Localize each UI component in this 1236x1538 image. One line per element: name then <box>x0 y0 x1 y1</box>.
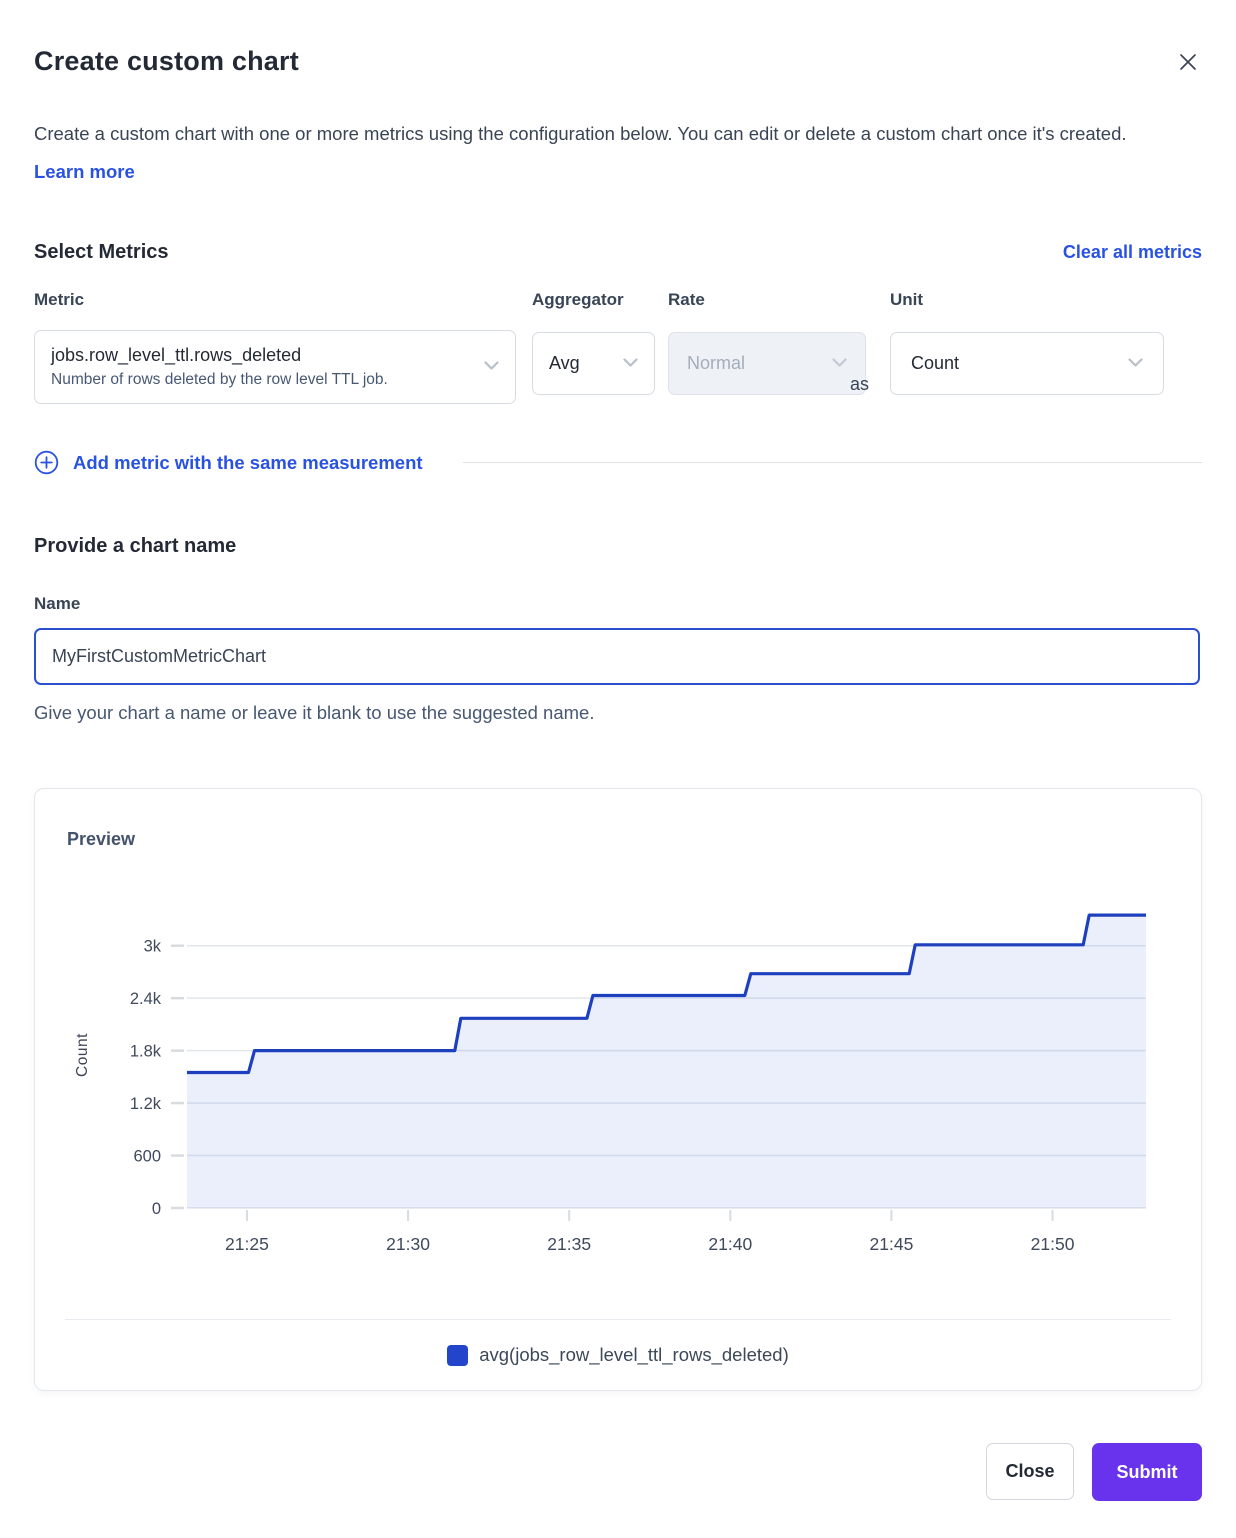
rate-select: Normal <box>668 332 866 395</box>
close-button[interactable]: Close <box>986 1443 1074 1500</box>
metric-select-texts: jobs.row_level_ttl.rows_deleted Number o… <box>51 345 484 389</box>
svg-text:21:50: 21:50 <box>1031 1234 1075 1254</box>
unit-select[interactable]: Count <box>890 332 1164 395</box>
svg-text:1.8k: 1.8k <box>130 1043 162 1061</box>
dialog-footer: Close Submit <box>34 1443 1202 1501</box>
aggregator-label: Aggregator <box>532 290 624 310</box>
chart-legend: avg(jobs_row_level_ttl_rows_deleted) <box>35 1344 1201 1366</box>
name-helper-text: Give your chart a name or leave it blank… <box>34 702 1202 724</box>
unit-label: Unit <box>890 290 923 310</box>
submit-button[interactable]: Submit <box>1092 1443 1202 1501</box>
metric-label: Metric <box>34 290 84 310</box>
metric-select-value: jobs.row_level_ttl.rows_deleted <box>51 345 484 366</box>
aggregator-select-value: Avg <box>549 353 580 374</box>
dialog-description: Create a custom chart with one or more m… <box>34 115 1179 191</box>
svg-text:Count: Count <box>74 1033 91 1077</box>
name-label: Name <box>34 594 1202 614</box>
rate-label: Rate <box>668 290 705 310</box>
select-metrics-header: Select Metrics Clear all metrics <box>34 241 1202 264</box>
svg-text:21:45: 21:45 <box>870 1234 914 1254</box>
learn-more-link[interactable]: Learn more <box>34 161 135 182</box>
svg-text:1.2k: 1.2k <box>130 1095 162 1113</box>
chevron-down-icon <box>484 358 499 376</box>
svg-text:0: 0 <box>152 1200 161 1218</box>
divider <box>65 1319 1171 1320</box>
rate-select-value: Normal <box>687 353 745 374</box>
chart-name-heading: Provide a chart name <box>34 535 1202 558</box>
close-dialog-button[interactable] <box>1174 48 1202 79</box>
close-icon <box>1178 60 1198 75</box>
metric-config-row: Metric Aggregator Rate Unit jobs.row_lev… <box>34 290 1202 412</box>
create-custom-chart-dialog: Create custom chart Create a custom char… <box>0 0 1236 1538</box>
preview-chart: 0 600 1.2k 1.8k 2.4k 3k 21:25 21:30 21:35 21:40 21… <box>35 892 1201 1285</box>
legend-swatch <box>447 1345 468 1366</box>
unit-select-value: Count <box>911 353 959 374</box>
svg-text:3k: 3k <box>144 938 162 956</box>
svg-text:21:35: 21:35 <box>547 1234 591 1254</box>
description-text: Create a custom chart with one or more m… <box>34 123 1127 144</box>
preview-card: Preview 0 600 1.2k 1.8k 2.4k 3k 21:25 21:30 21:3… <box>34 788 1202 1391</box>
svg-text:21:30: 21:30 <box>386 1234 430 1254</box>
add-metric-row: Add metric with the same measurement <box>34 450 1202 475</box>
dialog-header: Create custom chart <box>34 46 1202 79</box>
svg-text:21:25: 21:25 <box>225 1234 269 1254</box>
metric-select[interactable]: jobs.row_level_ttl.rows_deleted Number o… <box>34 330 516 404</box>
select-metrics-heading: Select Metrics <box>34 241 169 264</box>
clear-all-metrics-link[interactable]: Clear all metrics <box>1063 242 1202 263</box>
svg-text:600: 600 <box>133 1148 161 1166</box>
aggregator-select[interactable]: Avg <box>532 332 655 395</box>
svg-text:21:40: 21:40 <box>708 1234 752 1254</box>
as-text: as <box>850 374 869 395</box>
preview-heading: Preview <box>67 829 1201 850</box>
plus-circle-icon <box>34 450 59 475</box>
divider <box>463 462 1202 463</box>
add-metric-label: Add metric with the same measurement <box>73 452 423 474</box>
chevron-down-icon <box>832 355 847 373</box>
legend-label: avg(jobs_row_level_ttl_rows_deleted) <box>479 1344 789 1366</box>
chart-name-input[interactable] <box>34 628 1200 685</box>
svg-text:2.4k: 2.4k <box>130 990 162 1008</box>
chevron-down-icon <box>623 355 638 373</box>
add-metric-link[interactable]: Add metric with the same measurement <box>34 450 423 475</box>
page-title: Create custom chart <box>34 46 299 77</box>
chevron-down-icon <box>1128 355 1143 373</box>
metric-select-description: Number of rows deleted by the row level … <box>51 371 484 389</box>
